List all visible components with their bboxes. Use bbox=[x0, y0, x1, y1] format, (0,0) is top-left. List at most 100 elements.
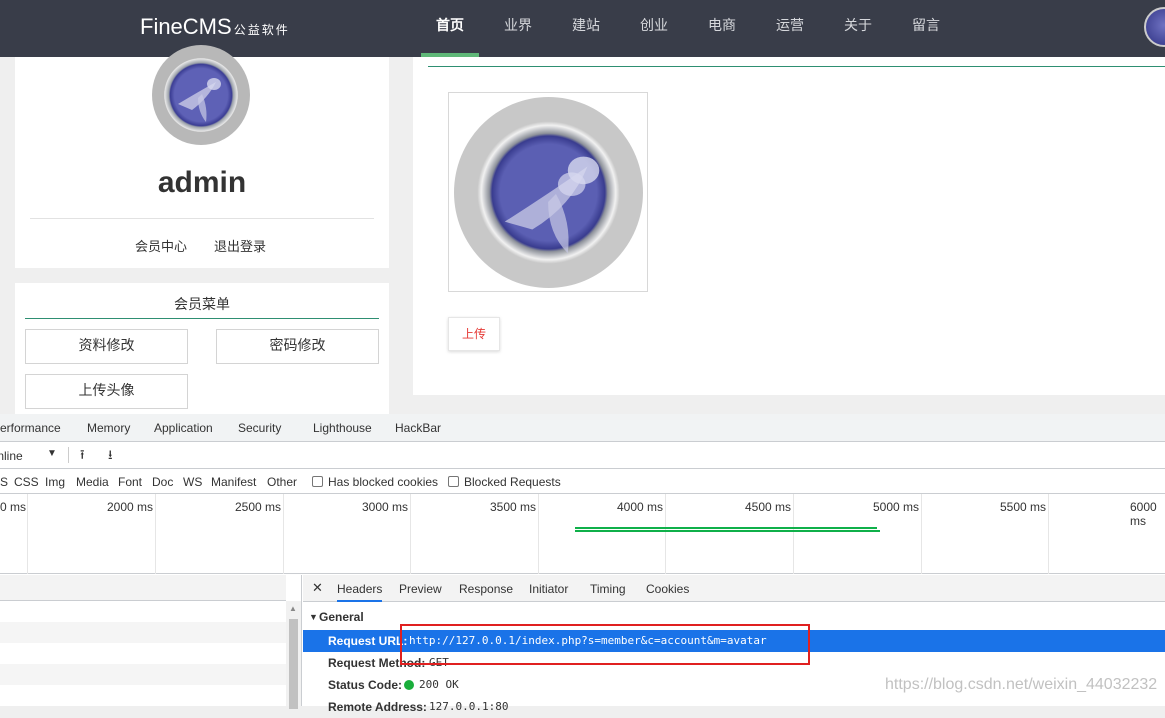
profile-username: admin bbox=[157, 166, 247, 199]
status-ok-dot-icon bbox=[404, 680, 414, 690]
table-row[interactable] bbox=[0, 643, 286, 664]
watermark: https://blog.csdn.net/weixin_44032232 bbox=[885, 676, 1158, 693]
avatar-preview-frame bbox=[448, 92, 648, 292]
timeline-tick-label: 4500 ms bbox=[744, 500, 791, 514]
scroll-up-icon[interactable]: ▲ bbox=[289, 604, 297, 613]
timeline-gridline bbox=[155, 494, 156, 574]
highlight-annotation-box bbox=[400, 624, 810, 665]
blocked-requests-checkbox[interactable]: Blocked Requests bbox=[448, 475, 561, 489]
upload-button[interactable]: 上传 bbox=[448, 317, 500, 351]
expand-triangle-icon: ▼ bbox=[309, 612, 318, 622]
throttle-select[interactable]: Online bbox=[0, 449, 23, 463]
timeline-tick-label: 5000 ms bbox=[872, 500, 919, 514]
type-filter-bar: JS CSS Img Media Font Doc WS Manifest Ot… bbox=[0, 469, 1165, 494]
timeline-tick-label: 2000 ms bbox=[106, 500, 153, 514]
change-password-button[interactable]: 密码修改 bbox=[216, 329, 379, 364]
checkbox-box[interactable] bbox=[312, 476, 323, 487]
timeline-tick-label: 2500 ms bbox=[234, 500, 281, 514]
filter-js[interactable]: JS bbox=[0, 475, 8, 489]
details-tabbar: ✕ Headers Preview Response Initiator Tim… bbox=[303, 575, 1165, 602]
nav-industry[interactable]: 业界 bbox=[488, 0, 548, 57]
tab-cookies[interactable]: Cookies bbox=[646, 582, 689, 596]
timeline-gridline bbox=[921, 494, 922, 574]
timeline-gridline bbox=[665, 494, 666, 574]
request-list: ▲ bbox=[0, 575, 302, 709]
has-blocked-cookies-label: Has blocked cookies bbox=[328, 475, 439, 489]
tab-performance[interactable]: Performance bbox=[0, 421, 61, 435]
nav-message[interactable]: 留言 bbox=[896, 0, 956, 57]
table-row[interactable] bbox=[0, 622, 286, 643]
nav-startup[interactable]: 创业 bbox=[624, 0, 684, 57]
brand-logo[interactable]: FineCMS 公益软件 bbox=[140, 14, 290, 40]
timeline-gridline bbox=[410, 494, 411, 574]
remote-address-value: 127.0.0.1:80 bbox=[429, 700, 509, 713]
import-har-icon[interactable]: ⭱ bbox=[80, 446, 85, 468]
upload-avatar-button[interactable]: 上传头像 bbox=[25, 374, 188, 409]
request-url-key: Request URL: bbox=[328, 634, 408, 648]
filter-manifest[interactable]: Manifest bbox=[211, 475, 256, 489]
request-bar bbox=[575, 530, 880, 532]
timeline-tick-label: 3000 ms bbox=[361, 500, 408, 514]
timeline-tick-label: 1500 ms bbox=[0, 500, 26, 514]
request-list-scrollbar[interactable]: ▲ bbox=[286, 601, 301, 709]
tab-application[interactable]: Application bbox=[154, 421, 213, 435]
export-har-icon[interactable]: ⭳ bbox=[108, 446, 113, 468]
tab-memory[interactable]: Memory bbox=[87, 421, 130, 435]
general-label: General bbox=[319, 610, 364, 624]
checkbox-box[interactable] bbox=[448, 476, 459, 487]
member-center-link[interactable]: 会员中心 bbox=[135, 236, 187, 255]
member-menu-title: 会员菜单 bbox=[174, 297, 230, 313]
timeline-gridline bbox=[283, 494, 284, 574]
timeline-gridline bbox=[793, 494, 794, 574]
brand-name: FineCMS bbox=[140, 14, 232, 39]
filter-media[interactable]: Media bbox=[76, 475, 109, 489]
timeline-tick-label: 4000 ms bbox=[616, 500, 663, 514]
timeline-gridline bbox=[27, 494, 28, 574]
status-code-value: 200 OK bbox=[419, 678, 459, 691]
toolbar-separator bbox=[68, 447, 69, 463]
tab-lighthouse[interactable]: Lighthouse bbox=[313, 421, 372, 435]
timeline-gridline bbox=[538, 494, 539, 574]
tab-preview[interactable]: Preview bbox=[399, 582, 442, 596]
request-bar bbox=[575, 527, 877, 529]
table-row[interactable] bbox=[0, 664, 286, 685]
tab-initiator[interactable]: Initiator bbox=[529, 582, 568, 596]
timeline-gridline bbox=[1048, 494, 1049, 574]
profile-divider bbox=[30, 218, 374, 219]
nav-home[interactable]: 首页 bbox=[420, 0, 480, 57]
wasp-preview-icon bbox=[504, 156, 600, 254]
member-menu-divider bbox=[25, 318, 379, 319]
tab-response[interactable]: Response bbox=[459, 582, 513, 596]
nav-build-site[interactable]: 建站 bbox=[556, 0, 616, 57]
filter-ws[interactable]: WS bbox=[183, 475, 202, 489]
filter-img[interactable]: Img bbox=[45, 475, 65, 489]
table-row[interactable] bbox=[0, 601, 286, 622]
tab-timing[interactable]: Timing bbox=[590, 582, 626, 596]
network-overview-timeline[interactable]: 1500 ms 2000 ms 2500 ms 3000 ms 3500 ms … bbox=[0, 494, 1165, 574]
filter-font[interactable]: Font bbox=[118, 475, 142, 489]
tab-headers[interactable]: Headers bbox=[337, 582, 383, 602]
nav-ecommerce[interactable]: 电商 bbox=[692, 0, 752, 57]
filter-doc[interactable]: Doc bbox=[152, 475, 173, 489]
filter-css[interactable]: CSS bbox=[14, 475, 39, 489]
tab-security[interactable]: Security bbox=[238, 421, 281, 435]
has-blocked-cookies-checkbox[interactable]: Has blocked cookies bbox=[312, 475, 438, 489]
remote-address-row: Remote Address: 127.0.0.1:80 bbox=[303, 696, 1165, 718]
network-toolbar: Online ▼ ⭱ ⭳ bbox=[0, 442, 1165, 469]
timeline-tick-label: 5500 ms bbox=[999, 500, 1046, 514]
timeline-tick-label: 6000 ms bbox=[1130, 500, 1157, 528]
table-row[interactable] bbox=[0, 685, 286, 706]
close-icon[interactable]: ✕ bbox=[312, 580, 323, 596]
user-avatar[interactable] bbox=[1144, 7, 1165, 47]
scrollbar-thumb[interactable] bbox=[289, 619, 298, 709]
remote-address-key: Remote Address: bbox=[328, 700, 427, 714]
nav-about[interactable]: 关于 bbox=[828, 0, 888, 57]
brand-subtitle: 公益软件 bbox=[233, 23, 290, 37]
throttle-dropdown-icon[interactable]: ▼ bbox=[47, 448, 57, 459]
status-code-key: Status Code: bbox=[328, 678, 403, 692]
filter-other[interactable]: Other bbox=[267, 475, 297, 489]
tab-hackbar[interactable]: HackBar bbox=[395, 421, 441, 435]
logout-link[interactable]: 退出登录 bbox=[214, 236, 266, 255]
nav-operations[interactable]: 运营 bbox=[760, 0, 820, 57]
edit-profile-button[interactable]: 资料修改 bbox=[25, 329, 188, 364]
